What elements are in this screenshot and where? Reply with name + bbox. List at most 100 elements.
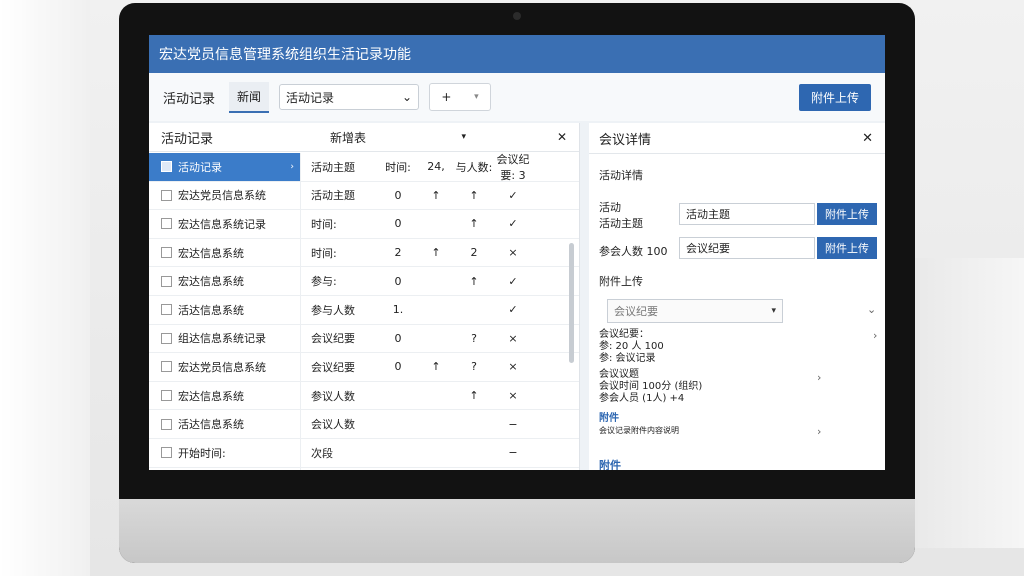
chevron-right-icon[interactable]: › — [873, 329, 877, 342]
row-name-cell[interactable]: 活达信息系统 — [149, 295, 301, 324]
chevron-right-icon[interactable]: › — [817, 371, 821, 384]
screen: 宏达党员信息管理系统组织生活记录功能 6 ▾ 活动记录 新闻 活动记录 ⌄ — [149, 35, 885, 470]
table-row[interactable]: 组达信息系统记录 会议纪要 0? × — [149, 324, 579, 354]
row-value: ? — [471, 331, 477, 345]
row-status: × — [508, 331, 518, 345]
table-row[interactable]: 宏达信息系统 参与: 0 ↑ ✓ — [149, 267, 579, 296]
table-row[interactable]: 宏达党员信息系统 活动主题 0 ↑ ↑ ✓ — [149, 181, 579, 211]
row-value: ↑ — [469, 188, 479, 202]
monitor: 宏达党员信息管理系统组织生活记录功能 6 ▾ 活动记录 新闻 活动记录 ⌄ — [119, 3, 915, 563]
table-row[interactable]: 宏达党员信息系统 会议纪要 0 ↑? × — [149, 353, 579, 382]
close-icon[interactable]: ✕ — [557, 130, 567, 144]
row-status: ✓ — [508, 217, 518, 231]
row-value: 1. — [392, 303, 404, 317]
row-name: 组达信息系统记录 — [178, 332, 266, 346]
row-value: ↑ — [431, 246, 441, 260]
scrollbar[interactable] — [569, 243, 574, 363]
row-checkbox[interactable] — [161, 390, 172, 402]
caret-icon: ▾ — [461, 132, 466, 142]
background-object — [906, 258, 1024, 548]
activity-table: 活动记录 › 活动主题 时间: 24, 与人数: 会议纪要: 3 宏达党员信息系统 活动主题 0 ↑… — [149, 153, 579, 470]
topic-field[interactable]: 活动主题 — [679, 203, 815, 225]
close-icon[interactable]: ✕ — [862, 131, 873, 146]
row-name: 宏达信息系统记录 — [178, 217, 266, 231]
table-row[interactable]: 活达信息系统 会议人数 − — [149, 410, 579, 439]
table-row[interactable]: 宏达信息系统 参议人数 ↑ × — [149, 381, 579, 411]
row-name-cell[interactable]: 宏达信息系统 — [149, 381, 301, 410]
row-checkbox[interactable] — [161, 218, 172, 230]
row-checkbox[interactable] — [161, 361, 172, 373]
row-name-cell[interactable]: 宏达信息系统 — [149, 267, 301, 295]
field-label-topic: 活动主题 — [599, 217, 643, 230]
row-field: 时间: — [311, 246, 337, 260]
filter-select[interactable]: 新增表 ▾ — [316, 129, 486, 146]
row-status: 会议纪要: 3 — [496, 152, 530, 182]
row-name-cell[interactable]: 开始时间: — [149, 438, 301, 467]
row-name-cell[interactable]: 交通费 — [149, 467, 301, 470]
minutes-select[interactable]: 会议纪要 ▾ — [607, 299, 783, 323]
chevron-down-icon[interactable]: ⌄ — [867, 303, 876, 316]
row-value: 0 — [394, 360, 402, 374]
row-name-cell[interactable]: 活动记录 › — [149, 153, 301, 181]
row-name-cell[interactable]: 宏达党员信息系统 — [149, 353, 301, 381]
row-value: 0 — [394, 217, 402, 231]
row-checkbox[interactable] — [161, 247, 172, 259]
row-value: ↑ — [469, 389, 479, 403]
row-checkbox[interactable] — [161, 418, 172, 430]
table-row[interactable]: 宏达信息系统记录 时间: 0 ↑ ✓ — [149, 210, 579, 239]
row-status: ✓ — [508, 303, 518, 317]
list-item[interactable]: 会议纪要： 参: 20 人 100 参: 会议记录 — [599, 329, 869, 365]
chevron-right-icon[interactable]: › — [817, 425, 821, 438]
table-row[interactable]: 交通费费用−− — [149, 467, 579, 470]
row-checkbox[interactable] — [161, 447, 172, 459]
item-line: 参会人员 (1人) +4 — [599, 393, 685, 404]
minutes-field[interactable]: 会议纪要 — [679, 237, 815, 259]
list-title: 活动记录 — [161, 131, 214, 147]
row-value: 0 — [394, 331, 402, 345]
chevron-right-icon: › — [290, 161, 294, 172]
list-item[interactable]: 附件 会议记录附件内容说明 — [599, 413, 869, 437]
row-name: 开始时间: — [178, 446, 226, 460]
item-tag: 附件 — [599, 413, 619, 424]
row-status: − — [508, 417, 518, 431]
row-name-cell[interactable]: 宏达信息系统记录 — [149, 210, 301, 238]
row-value: ↑ — [469, 217, 479, 231]
item-line: 参: 20 人 100 — [599, 341, 664, 352]
item-line: 会议时间 100分 (组织) — [599, 381, 703, 392]
table-row[interactable]: 活达信息系统 参与人数 1. ✓ — [149, 295, 579, 325]
row-checkbox[interactable] — [161, 161, 172, 173]
row-name-cell[interactable]: 活达信息系统 — [149, 410, 301, 438]
row-name-cell[interactable]: 组达信息系统记录 — [149, 324, 301, 353]
row-name-cell[interactable]: 宏达信息系统 — [149, 238, 301, 267]
upload-button[interactable]: 附件上传 — [817, 237, 877, 259]
list-header: 活动记录 新增表 ▾ ✕ — [149, 123, 579, 152]
item-title: 会议议题 — [599, 369, 639, 380]
row-checkbox[interactable] — [161, 304, 172, 316]
row-status: ✓ — [508, 188, 518, 202]
row-field: 参与: — [311, 275, 337, 289]
tab-news[interactable]: 新闻 — [229, 81, 270, 113]
row-value: 24, — [427, 160, 445, 174]
row-status: × — [508, 246, 518, 260]
row-checkbox[interactable] — [161, 189, 172, 201]
add-button[interactable]: + ▾ — [429, 83, 492, 111]
row-name: 活达信息系统 — [178, 303, 244, 317]
table-row[interactable]: 开始时间: 次段 − — [149, 438, 579, 468]
row-checkbox[interactable] — [161, 275, 172, 287]
row-value: 与人数: — [455, 160, 493, 174]
row-field: 会议人数 — [311, 418, 355, 432]
table-row[interactable]: 宏达信息系统 时间: 2 ↑ 2 × — [149, 238, 579, 268]
list-item[interactable]: 会议议题 会议时间 100分 (组织) 参会人员 (1人) +4 — [599, 369, 869, 405]
upload-button[interactable]: 附件上传 — [798, 83, 871, 111]
record-type-select[interactable]: 活动记录 ⌄ — [279, 84, 420, 110]
row-name: 宏达党员信息系统 — [178, 189, 266, 203]
upload-button[interactable]: 附件上传 — [817, 203, 877, 225]
row-checkbox[interactable] — [161, 332, 172, 344]
row-field: 活动主题 — [311, 160, 355, 174]
table-row[interactable]: 活动记录 › 活动主题 时间: 24, 与人数: 会议纪要: 3 — [149, 153, 579, 182]
row-field: 时间: — [311, 217, 337, 231]
select-value: 活动记录 — [286, 90, 335, 105]
plus-icon: + — [441, 90, 452, 104]
row-status: × — [508, 389, 518, 403]
row-name-cell[interactable]: 宏达党员信息系统 — [149, 181, 301, 210]
